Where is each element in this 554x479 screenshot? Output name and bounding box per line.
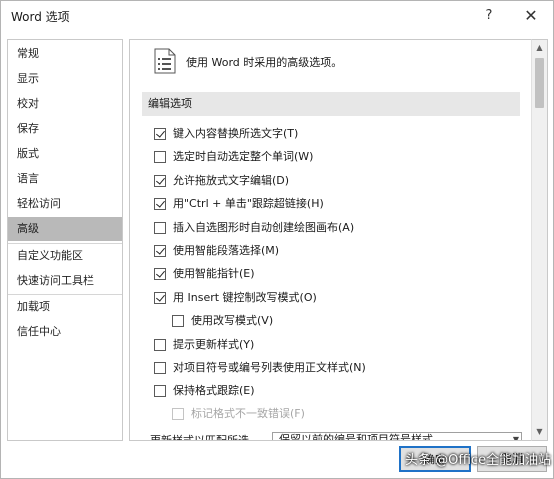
vertical-scrollbar[interactable]: ▲ ▼ (531, 39, 548, 441)
sidebar-item-general[interactable]: 常规 (8, 42, 122, 66)
pane-header: 使用 Word 时采用的高级选项。 (186, 56, 343, 69)
checkbox[interactable] (154, 268, 166, 280)
option-label: 用 Insert 键控制改写模式(O) (173, 291, 317, 304)
select-value: 保留以前的编号和项目符号样式 (279, 433, 433, 441)
checkbox[interactable] (154, 339, 166, 351)
sidebar-item-language[interactable]: 语言 (8, 167, 122, 191)
checkbox[interactable] (154, 385, 166, 397)
checkbox[interactable] (154, 222, 166, 234)
dialog-title: Word 选项 (11, 10, 70, 24)
update-style-select[interactable]: 保留以前的编号和项目符号样式 ▼ (272, 432, 522, 441)
advanced-options-pane: 使用 Word 时采用的高级选项。 编辑选项 键入内容替换所选文字(T) 选定时… (129, 39, 531, 441)
sidebar-item-add-ins[interactable]: 加载项 (8, 295, 122, 319)
scroll-down-icon[interactable]: ▼ (532, 424, 547, 440)
sidebar-item-layout[interactable]: 版式 (8, 142, 122, 166)
option-label: 保持格式跟踪(E) (173, 384, 255, 397)
sidebar-item-quick-access-toolbar[interactable]: 快速访问工具栏 (8, 269, 122, 293)
checkbox (172, 408, 184, 420)
sidebar-item-display[interactable]: 显示 (8, 67, 122, 91)
option-label: 对项目符号或编号列表使用正文样式(N) (173, 361, 366, 374)
option-label: 允许拖放式文字编辑(D) (173, 174, 290, 187)
watermark-text: 头条 @Office全能加油站 (405, 453, 552, 468)
sidebar-item-trust-center[interactable]: 信任中心 (8, 320, 122, 344)
checkbox[interactable] (154, 245, 166, 257)
chevron-down-icon: ▼ (512, 435, 519, 441)
checkbox[interactable] (154, 151, 166, 163)
option-label: 使用智能段落选择(M) (173, 244, 280, 257)
section-editing-options: 编辑选项 (142, 92, 520, 116)
checkbox[interactable] (154, 128, 166, 140)
sidebar-item-save[interactable]: 保存 (8, 117, 122, 141)
sidebar-item-customize-ribbon[interactable]: 自定义功能区 (8, 244, 122, 268)
option-label: 提示更新样式(Y) (173, 338, 255, 351)
close-button[interactable]: ✕ (517, 5, 545, 27)
scrollbar-thumb[interactable] (535, 58, 544, 108)
word-options-dialog: Word 选项 ? ✕ 常规 显示 校对 保存 版式 语言 轻松访问 高级 自定… (0, 0, 554, 479)
option-label: 标记格式不一致错误(F) (191, 407, 305, 420)
option-label: 键入内容替换所选文字(T) (173, 127, 299, 140)
help-button[interactable]: ? (475, 5, 503, 27)
option-label: 用"Ctrl + 单击"跟踪超链接(H) (173, 197, 324, 210)
checkbox[interactable] (154, 362, 166, 374)
update-style-label: 更新样式以匹配所选 (150, 434, 249, 441)
checkbox[interactable] (154, 198, 166, 210)
sidebar-item-advanced[interactable]: 高级 (8, 217, 122, 241)
options-sidebar: 常规 显示 校对 保存 版式 语言 轻松访问 高级 自定义功能区 快速访问工具栏… (7, 39, 123, 441)
option-label: 选定时自动选定整个单词(W) (173, 150, 314, 163)
option-label: 使用改写模式(V) (191, 314, 274, 327)
sidebar-item-accessibility[interactable]: 轻松访问 (8, 192, 122, 216)
option-label: 插入自选图形时自动创建绘图画布(A) (173, 221, 355, 234)
sidebar-item-proofing[interactable]: 校对 (8, 92, 122, 116)
checkbox[interactable] (172, 315, 184, 327)
checkbox[interactable] (154, 292, 166, 304)
scroll-up-icon[interactable]: ▲ (532, 40, 547, 56)
option-label: 使用智能指针(E) (173, 267, 255, 280)
document-settings-icon (154, 48, 176, 74)
checkbox[interactable] (154, 175, 166, 187)
title-bar: Word 选项 ? ✕ (1, 1, 553, 33)
